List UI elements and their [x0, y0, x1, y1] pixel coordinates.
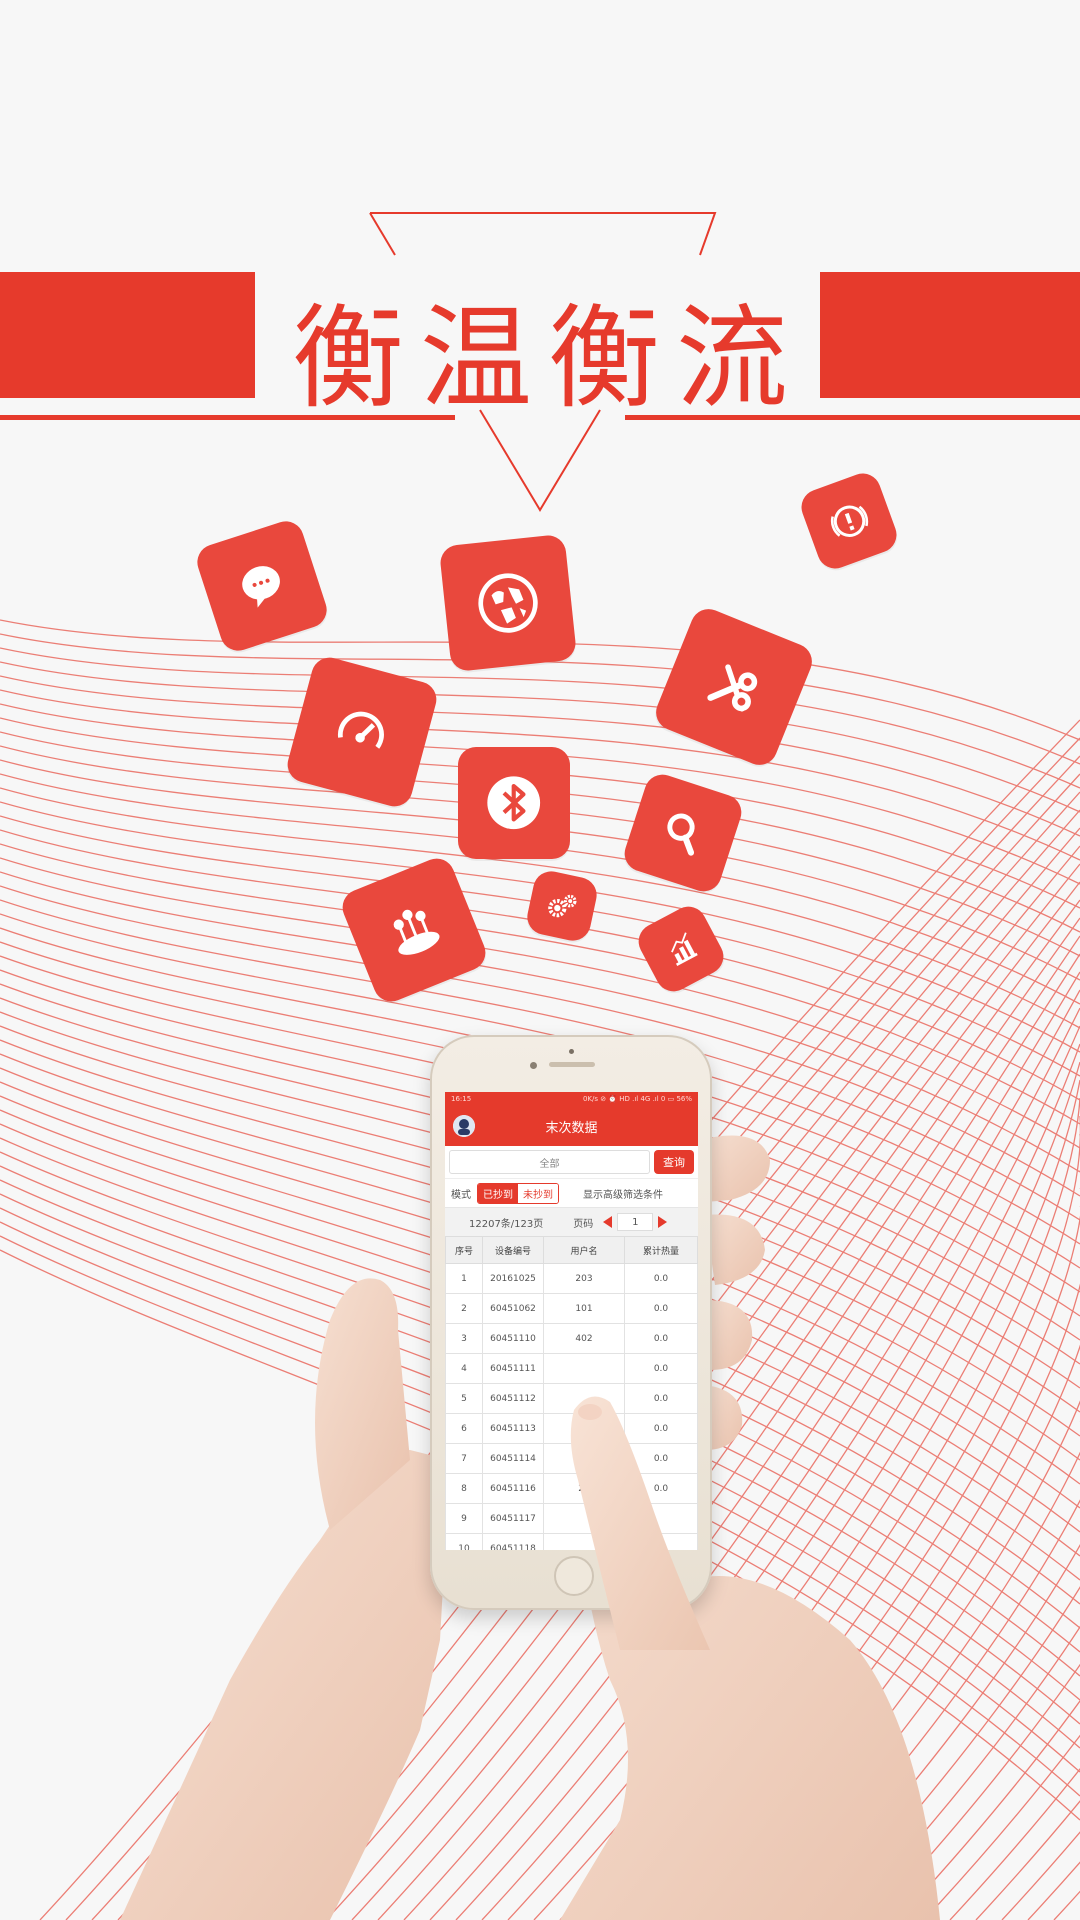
phone-front-camera	[530, 1062, 537, 1069]
status-bar: 16:15 0K/s ⊘ ⏰ HD .ıl 4G .ıl 0 ▭ 56%	[445, 1092, 698, 1106]
table-cell: 4	[445, 1353, 483, 1384]
table-cell: 60451116	[482, 1473, 544, 1504]
banner-bar-right	[820, 272, 1080, 398]
table-cell: 0.0	[624, 1293, 698, 1324]
globe-icon	[438, 533, 578, 673]
mode-toggle: 已抄到 未抄到	[477, 1182, 559, 1204]
table-cell	[543, 1353, 625, 1384]
table-cell: 0.0	[624, 1323, 698, 1354]
pager-row: 12207条/123页 页码 1	[445, 1207, 698, 1236]
mode-label: 模式	[451, 1189, 471, 1201]
avatar[interactable]	[453, 1115, 475, 1137]
table-row[interactable]: 3 60451110 402 0.0	[445, 1323, 698, 1354]
table-cell: 20161025	[482, 1263, 544, 1294]
table-cell: 60451112	[482, 1383, 544, 1414]
page-label: 页码	[573, 1218, 594, 1230]
table-cell: 402	[543, 1323, 625, 1354]
alert-icon	[796, 468, 902, 574]
mode-row: 模式 已抄到 未抄到 显示高级筛选条件	[445, 1178, 698, 1207]
table-row[interactable]: 4 60451111 0.0	[445, 1353, 698, 1384]
table-cell: 60451113	[482, 1413, 544, 1444]
bluetooth-icon	[458, 747, 570, 859]
table-cell: 0.0	[624, 1263, 698, 1294]
column-header: 设备编号	[482, 1236, 544, 1264]
table-cell: 5	[445, 1383, 483, 1414]
table-cell: 3	[445, 1323, 483, 1354]
table-row[interactable]: 1 20161025 203 0.0	[445, 1263, 698, 1294]
table-cell: 60451111	[482, 1353, 544, 1384]
table-header-row: 序号 设备编号 用户名 累计热量	[445, 1236, 698, 1264]
table-row[interactable]: 2 60451062 101 0.0	[445, 1293, 698, 1324]
table-cell: 10	[445, 1533, 483, 1550]
table-cell: 60451118	[482, 1533, 544, 1550]
banner-bar-left	[0, 272, 255, 398]
query-button[interactable]: 查询	[654, 1150, 694, 1174]
table-cell: 0.0	[624, 1353, 698, 1384]
table-cell: 1	[445, 1263, 483, 1294]
column-header: 用户名	[543, 1236, 625, 1264]
table-cell: 2	[445, 1293, 483, 1324]
phone-front-sensor	[569, 1049, 574, 1054]
banner-title: 衡温衡流	[292, 294, 804, 424]
status-time: 16:15	[451, 1095, 472, 1103]
search-input[interactable]: 全部	[449, 1150, 650, 1174]
table-cell: 60451062	[482, 1293, 544, 1324]
page-number-input[interactable]: 1	[617, 1213, 654, 1231]
table-cell: 101	[543, 1293, 625, 1324]
app-bar-title: 末次数据	[545, 1120, 598, 1136]
column-header: 序号	[445, 1236, 483, 1264]
record-summary: 12207条/123页	[469, 1218, 544, 1230]
column-header: 累计热量	[624, 1236, 698, 1264]
table-cell: 8	[445, 1473, 483, 1504]
table-cell: 60451117	[482, 1503, 544, 1534]
table-cell: 203	[543, 1263, 625, 1294]
table-cell: 7	[445, 1443, 483, 1474]
status-indicators: 0K/s ⊘ ⏰ HD .ıl 4G .ıl 0 ▭ 56%	[582, 1095, 692, 1103]
phone-speaker	[549, 1062, 595, 1067]
table-cell: 9	[445, 1503, 483, 1534]
table-cell: 60451114	[482, 1443, 544, 1474]
table-cell: 60451110	[482, 1323, 544, 1354]
advanced-filter-link[interactable]: 显示高级筛选条件	[583, 1186, 663, 1201]
table-cell: 6	[445, 1413, 483, 1444]
pointing-finger	[570, 1396, 710, 1650]
prev-page-icon[interactable]	[603, 1216, 613, 1228]
search-row: 全部 查询	[445, 1146, 698, 1178]
next-page-icon[interactable]	[658, 1216, 668, 1228]
mode-read-option[interactable]: 已抄到	[478, 1183, 518, 1203]
app-bar: 末次数据	[445, 1106, 698, 1146]
mode-unread-option[interactable]: 未抄到	[518, 1183, 558, 1203]
